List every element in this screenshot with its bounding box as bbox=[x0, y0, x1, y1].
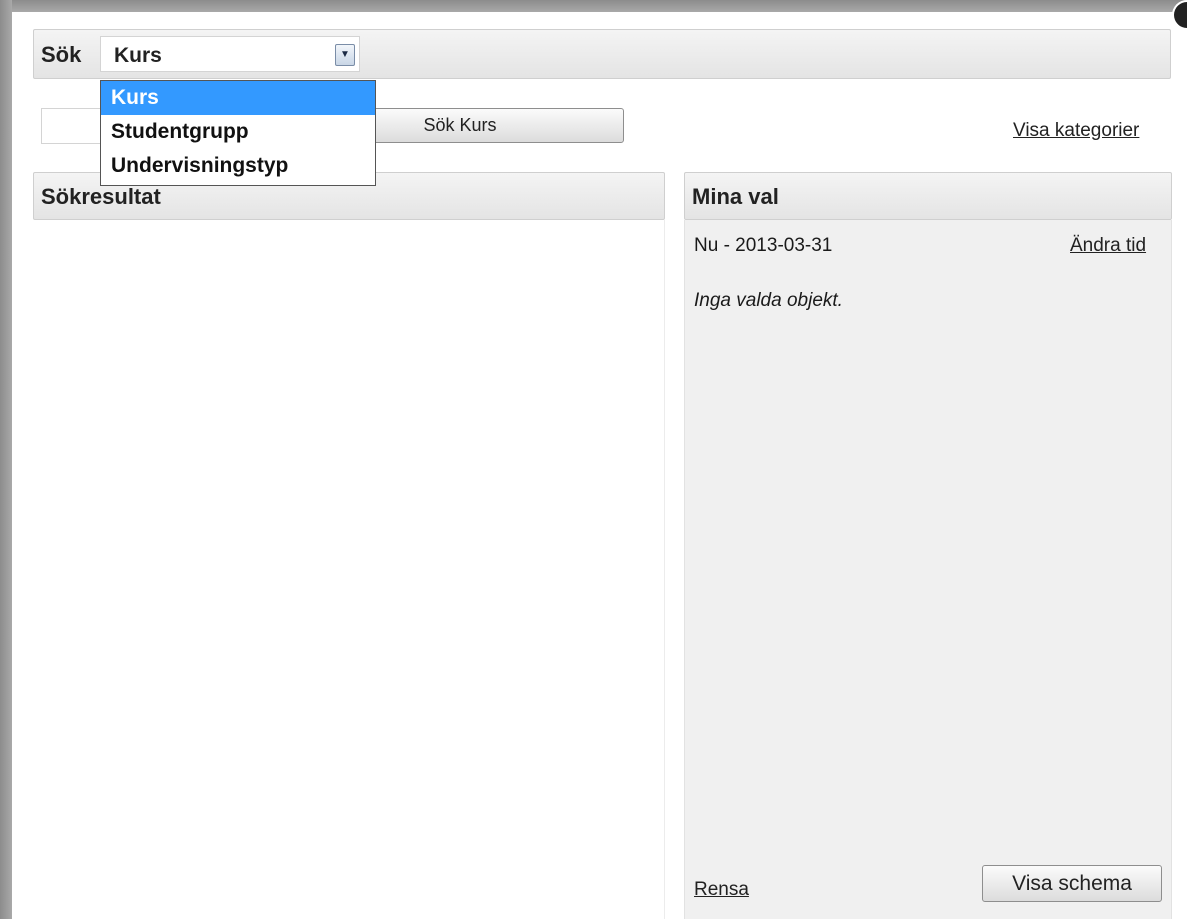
dropdown-option-undervisningstyp[interactable]: Undervisningstyp bbox=[101, 149, 375, 183]
window-frame-left bbox=[0, 0, 12, 919]
date-range: Nu - 2013-03-31 bbox=[694, 235, 833, 256]
search-type-value: Kurs bbox=[114, 44, 162, 67]
clear-link[interactable]: Rensa bbox=[694, 879, 749, 901]
dropdown-option-kurs[interactable]: Kurs bbox=[101, 81, 375, 115]
show-schedule-button[interactable]: Visa schema bbox=[982, 865, 1162, 902]
search-type-select[interactable]: Kurs ▼ bbox=[100, 36, 360, 72]
search-label: Sök bbox=[41, 42, 82, 67]
show-categories-link[interactable]: Visa kategorier bbox=[1013, 120, 1139, 142]
results-list bbox=[33, 220, 665, 919]
selections-panel-header: Mina val bbox=[684, 172, 1172, 220]
dropdown-option-studentgrupp[interactable]: Studentgrupp bbox=[101, 115, 375, 149]
chevron-down-icon[interactable]: ▼ bbox=[335, 44, 355, 66]
results-title: Sökresultat bbox=[41, 184, 161, 209]
selections-title: Mina val bbox=[692, 184, 779, 209]
empty-selection-message: Inga valda objekt. bbox=[694, 290, 843, 311]
search-type-dropdown: Kurs Studentgrupp Undervisningstyp bbox=[100, 80, 376, 186]
search-bar: Sök Kurs ▼ bbox=[33, 29, 1171, 79]
selections-panel bbox=[684, 220, 1172, 919]
window-frame-top bbox=[0, 0, 1187, 12]
change-time-link[interactable]: Ändra tid bbox=[1070, 235, 1146, 257]
